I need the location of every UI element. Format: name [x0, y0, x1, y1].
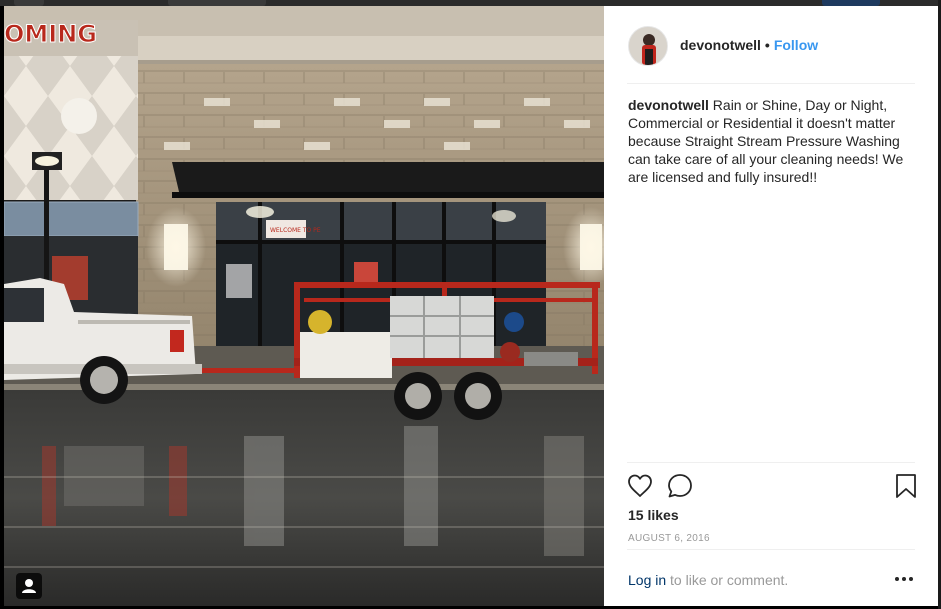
user-tag-icon — [22, 579, 36, 593]
comment-prompt-text: to like or comment. — [666, 572, 789, 588]
heart-outline-icon — [628, 474, 652, 497]
instagram-post-modal: OMING WELCOME TO PE devonotwell • Follow… — [0, 0, 941, 609]
avatar-image — [629, 27, 667, 65]
divider — [627, 83, 915, 84]
follow-button[interactable]: Follow — [774, 37, 818, 53]
comment-button[interactable] — [666, 472, 694, 500]
post-sidebar: devonotwell • Follow devonotwell Rain or S… — [604, 6, 938, 606]
window-sign-text: WELCOME TO PE — [270, 227, 321, 234]
photo-scene: OMING WELCOME TO PE — [4, 6, 604, 606]
login-link[interactable]: Log in — [628, 572, 666, 588]
tagged-users-button[interactable] — [16, 573, 42, 599]
post-photo[interactable]: OMING WELCOME TO PE — [4, 6, 604, 606]
divider — [627, 462, 915, 463]
store-sign-text: OMING — [4, 20, 97, 48]
likes-count[interactable]: 15 likes — [628, 507, 679, 523]
username-link[interactable]: devonotwell — [680, 37, 761, 53]
post-caption: devonotwell Rain or Shine, Day or Night,… — [628, 96, 918, 186]
separator-dot: • — [764, 37, 770, 53]
like-button[interactable] — [626, 472, 654, 500]
post-date[interactable]: AUGUST 6, 2016 — [628, 533, 710, 544]
bookmark-icon — [896, 474, 916, 498]
more-options-button[interactable] — [892, 568, 916, 590]
ellipsis-icon — [895, 577, 913, 581]
comment-prompt: Log in to like or comment. — [628, 572, 788, 588]
post-header: devonotwell • Follow — [604, 6, 938, 83]
avatar[interactable] — [628, 26, 668, 66]
divider — [627, 549, 915, 550]
username-row: devonotwell • Follow — [680, 37, 818, 53]
save-button[interactable] — [892, 472, 920, 500]
caption-username[interactable]: devonotwell — [628, 97, 709, 113]
speech-bubble-icon — [668, 474, 692, 498]
action-bar — [626, 472, 918, 500]
